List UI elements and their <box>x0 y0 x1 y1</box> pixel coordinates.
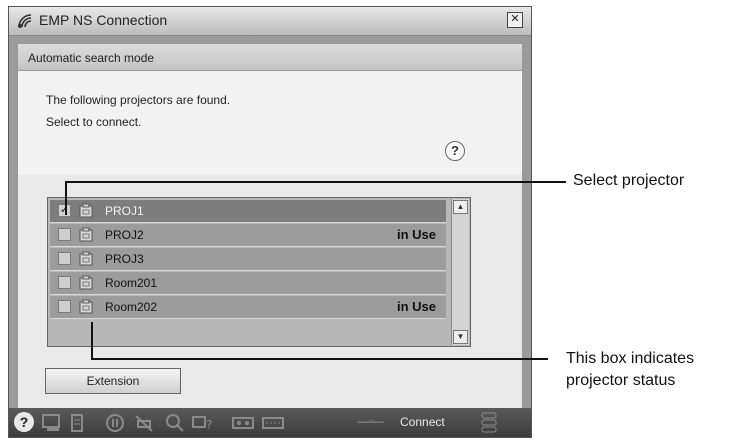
scroll-down-icon[interactable]: ▼ <box>453 330 468 344</box>
callout-line <box>91 358 548 360</box>
bottom-toolbar: ? ? —▫— Connect <box>9 408 531 437</box>
document-icon[interactable] <box>69 413 85 433</box>
callout-line <box>65 181 566 183</box>
zoom-icon[interactable] <box>165 413 185 433</box>
info-text-found: The following projectors are found. <box>46 93 231 107</box>
info-panel: The following projectors are found. Sele… <box>17 71 523 175</box>
callout-select-projector: Select projector <box>573 172 685 189</box>
projector-status-icon <box>79 251 93 266</box>
display-icon[interactable] <box>41 413 63 433</box>
callout-status-line2: projector status <box>566 372 676 389</box>
emp-ns-connection-window: EMP NS Connection ✕ Automatic search mod… <box>8 6 532 438</box>
projector-name: PROJ1 <box>105 204 144 218</box>
projector-status-icon <box>79 227 93 242</box>
connect-label: Connect <box>400 415 445 429</box>
plug-icon: —▫— <box>358 416 384 428</box>
resize-grip-icon[interactable] <box>479 411 499 435</box>
select-checkbox[interactable] <box>58 228 71 241</box>
svg-text:?: ? <box>206 418 212 432</box>
projector-row-proj2[interactable]: PROJ2 in Use <box>50 224 446 247</box>
info-text-select: Select to connect. <box>46 115 142 129</box>
select-checkbox[interactable] <box>58 252 71 265</box>
projector-status-icon <box>79 203 93 218</box>
projector-name: Room201 <box>105 276 158 290</box>
callout-line <box>65 181 67 215</box>
help-icon[interactable]: ? <box>445 141 465 161</box>
disconnect-icon[interactable] <box>133 413 155 433</box>
select-checkbox[interactable] <box>58 276 71 289</box>
title-bar[interactable]: EMP NS Connection ✕ <box>9 7 531 36</box>
window-title: EMP NS Connection <box>39 12 168 28</box>
list-scrollbar[interactable]: ▲ ▼ <box>451 199 469 345</box>
projector-status-icon <box>79 299 93 314</box>
projector-row-proj3[interactable]: PROJ3 <box>50 248 446 271</box>
close-button[interactable]: ✕ <box>507 12 523 28</box>
projector-status-icon <box>79 275 93 290</box>
keyboard-icon[interactable] <box>261 413 285 433</box>
connect-button[interactable]: —▫— Connect <box>354 412 469 433</box>
pause-icon[interactable] <box>105 413 125 433</box>
extension-button[interactable]: Extension <box>45 368 181 394</box>
projector-status: in Use <box>396 299 436 314</box>
projector-name: Room202 <box>105 300 158 314</box>
projector-status: in Use <box>396 227 436 242</box>
scroll-up-icon[interactable]: ▲ <box>453 200 468 214</box>
callout-line <box>91 322 93 360</box>
projector-row-proj1[interactable]: ✓ PROJ1 <box>50 200 446 223</box>
search-mode-label: Automatic search mode <box>28 51 155 65</box>
projector-row-room202[interactable]: Room202 in Use <box>50 296 446 319</box>
select-checkbox[interactable] <box>58 300 71 313</box>
callout-status-line1: This box indicates <box>566 350 695 367</box>
projector-name: PROJ2 <box>105 228 144 242</box>
projector-row-room201[interactable]: Room201 <box>50 272 446 295</box>
projector-list: ✓ PROJ1 PROJ2 in Use <box>47 197 471 347</box>
help-button[interactable]: ? <box>14 412 34 432</box>
search-mode-bar: Automatic search mode <box>17 43 523 71</box>
search-help-icon[interactable]: ? <box>191 413 213 433</box>
projector-name: PROJ3 <box>105 252 144 266</box>
network-app-icon <box>18 14 32 28</box>
video-icon[interactable] <box>231 413 255 433</box>
